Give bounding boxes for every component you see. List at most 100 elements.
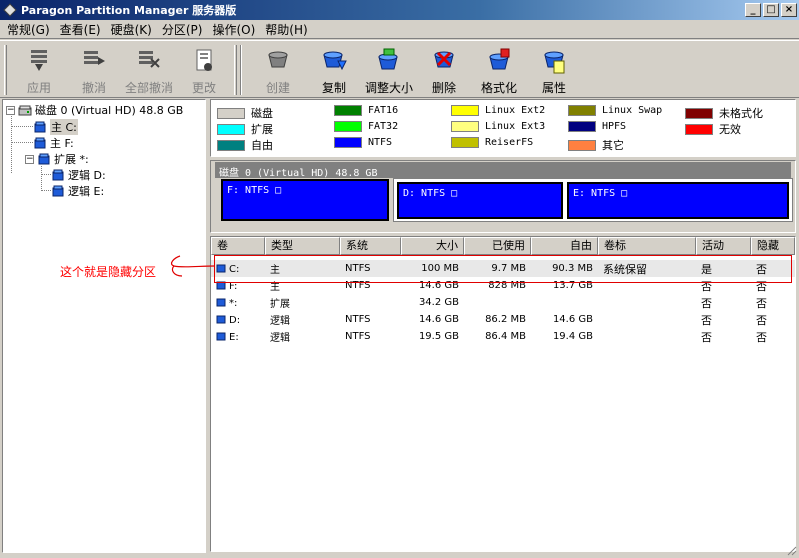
properties-button[interactable]: 属性 (528, 43, 580, 97)
copy-label: 复制 (321, 81, 346, 95)
legend-swatch (685, 107, 713, 119)
changes-button[interactable]: 更改 (178, 43, 230, 97)
menu-operations[interactable]: 操作(O) (207, 21, 260, 38)
col-label[interactable]: 卷标 (598, 237, 696, 255)
tree-extended[interactable]: − 扩展 *: (25, 151, 89, 167)
format-button[interactable]: 格式化 (473, 43, 525, 97)
create-icon (268, 51, 288, 68)
partition-icon (34, 137, 46, 148)
maximize-button[interactable]: □ (763, 3, 779, 17)
toolbar-grip-2[interactable] (234, 45, 237, 95)
resize-grip-icon[interactable] (785, 544, 797, 556)
create-button[interactable]: 创建 (252, 43, 304, 97)
table-row[interactable]: C: 主 NTFS 100 MB 9.7 MB 90.3 MB 系统保留 是 否 (211, 260, 795, 277)
resize-icon (378, 48, 398, 70)
disk-map-partition-d[interactable]: D: NTFS □ (397, 182, 563, 219)
partition-icon (34, 121, 46, 132)
format-icon (489, 48, 510, 70)
hard-disk-icon (18, 105, 32, 115)
tree-partition-d-label: 逻辑 D: (68, 169, 106, 182)
delete-icon (434, 51, 454, 68)
legend-swatch (451, 105, 479, 116)
annotation-text: 这个就是隐藏分区 (60, 265, 157, 279)
window-title: Paragon Partition Manager 服务器版 (21, 4, 237, 17)
legend-swatch (451, 121, 479, 132)
col-system[interactable]: 系统 (340, 237, 401, 255)
legend-swatch (334, 137, 362, 148)
legend-item: 未格式化 (685, 105, 763, 121)
table-row[interactable]: *: 扩展 34.2 GB 否 否 (211, 294, 795, 311)
title-bar: Paragon Partition Manager 服务器版 _ □ × (0, 0, 799, 20)
collapse-icon[interactable]: − (25, 154, 34, 164)
apply-label: 应用 (26, 81, 51, 95)
undo-all-button[interactable]: 全部撤消 (123, 43, 175, 97)
legend-swatch (334, 105, 362, 116)
changes-icon (196, 49, 212, 71)
partition-icon (38, 153, 50, 164)
tree-partition-d[interactable]: 逻辑 D: (51, 167, 106, 183)
close-button[interactable]: × (781, 3, 797, 17)
partition-table: 卷 类型 系统 大小 已使用 自由 卷标 活动 隐藏 C: 主 NTFS 100… (210, 236, 796, 552)
tree-extended-label: 扩展 *: (54, 153, 89, 166)
legend-item: Linux Ext3 (451, 121, 545, 132)
table-row[interactable]: F: 主 NTFS 14.6 GB 828 MB 13.7 GB 否 否 (211, 277, 795, 294)
apply-button[interactable]: 应用 (13, 43, 65, 97)
menu-view[interactable]: 查看(E) (55, 21, 106, 38)
disk-map-partition-e[interactable]: E: NTFS □ (567, 182, 789, 219)
properties-label: 属性 (541, 81, 566, 95)
disk-map: 磁盘 0 (Virtual HD) 48.8 GB F: NTFS □ D: N… (210, 160, 796, 233)
undo-label: 撤消 (81, 81, 106, 95)
disk-map-partition-f[interactable]: F: NTFS □ (221, 179, 389, 221)
col-active[interactable]: 活动 (696, 237, 751, 255)
filesystem-legend: 磁盘 扩展 自由 FAT16 FAT32 NTFS Linux Ext2 Lin… (210, 99, 796, 157)
legend-swatch (217, 139, 245, 151)
tree-disk-0[interactable]: − 磁盘 0 (Virtual HD) 48.8 GB (6, 102, 183, 118)
app-icon (3, 3, 17, 17)
undo-all-label: 全部撤消 (124, 81, 173, 95)
legend-swatch (685, 123, 713, 135)
tree-partition-c-label: 主 C: (50, 119, 78, 135)
col-used[interactable]: 已使用 (464, 237, 531, 255)
menu-help[interactable]: 帮助(H) (260, 21, 312, 38)
col-free[interactable]: 自由 (531, 237, 598, 255)
partition-icon (52, 169, 64, 180)
collapse-icon[interactable]: − (6, 105, 15, 115)
partition-icon (216, 315, 226, 323)
changes-label: 更改 (191, 81, 216, 95)
col-size[interactable]: 大小 (401, 237, 464, 255)
legend-swatch (568, 139, 596, 151)
minimize-button[interactable]: _ (745, 3, 761, 17)
toolbar-grip[interactable] (4, 45, 7, 95)
legend-item: 其它 (568, 137, 624, 153)
tree-partition-f[interactable]: 主 F: (33, 135, 74, 151)
table-row[interactable]: D: 逻辑 NTFS 14.6 GB 86.2 MB 14.6 GB 否 否 (211, 311, 795, 328)
legend-item: HPFS (568, 121, 626, 132)
create-label: 创建 (265, 81, 290, 95)
disk-map-label: 磁盘 0 (Virtual HD) 48.8 GB (219, 168, 378, 179)
menu-partition[interactable]: 分区(P) (157, 21, 208, 38)
partition-icon (52, 185, 64, 196)
col-hidden[interactable]: 隐藏 (751, 237, 795, 255)
menu-general[interactable]: 常规(G) (2, 21, 55, 38)
tree-partition-e[interactable]: 逻辑 E: (51, 183, 104, 199)
menu-disk[interactable]: 硬盘(K) (106, 21, 157, 38)
undo-button[interactable]: 撤消 (68, 43, 120, 97)
apply-icon (31, 50, 47, 71)
properties-icon (544, 51, 565, 74)
delete-label: 删除 (431, 81, 456, 95)
resize-button[interactable]: 调整大小 (363, 43, 415, 97)
delete-button[interactable]: 删除 (418, 43, 470, 97)
format-label: 格式化 (480, 81, 517, 95)
col-type[interactable]: 类型 (265, 237, 340, 255)
partition-icon (216, 332, 226, 340)
toolbar-separator (240, 45, 242, 95)
legend-item: 自由 (217, 137, 273, 153)
copy-button[interactable]: 复制 (308, 43, 360, 97)
legend-item: 扩展 (217, 121, 273, 137)
legend-item: ReiserFS (451, 137, 533, 148)
col-volume[interactable]: 卷 (211, 237, 265, 255)
legend-item: FAT32 (334, 121, 398, 132)
resize-label: 调整大小 (364, 81, 413, 95)
table-row[interactable]: E: 逻辑 NTFS 19.5 GB 86.4 MB 19.4 GB 否 否 (211, 328, 795, 345)
tree-partition-c[interactable]: 主 C: (33, 119, 78, 135)
